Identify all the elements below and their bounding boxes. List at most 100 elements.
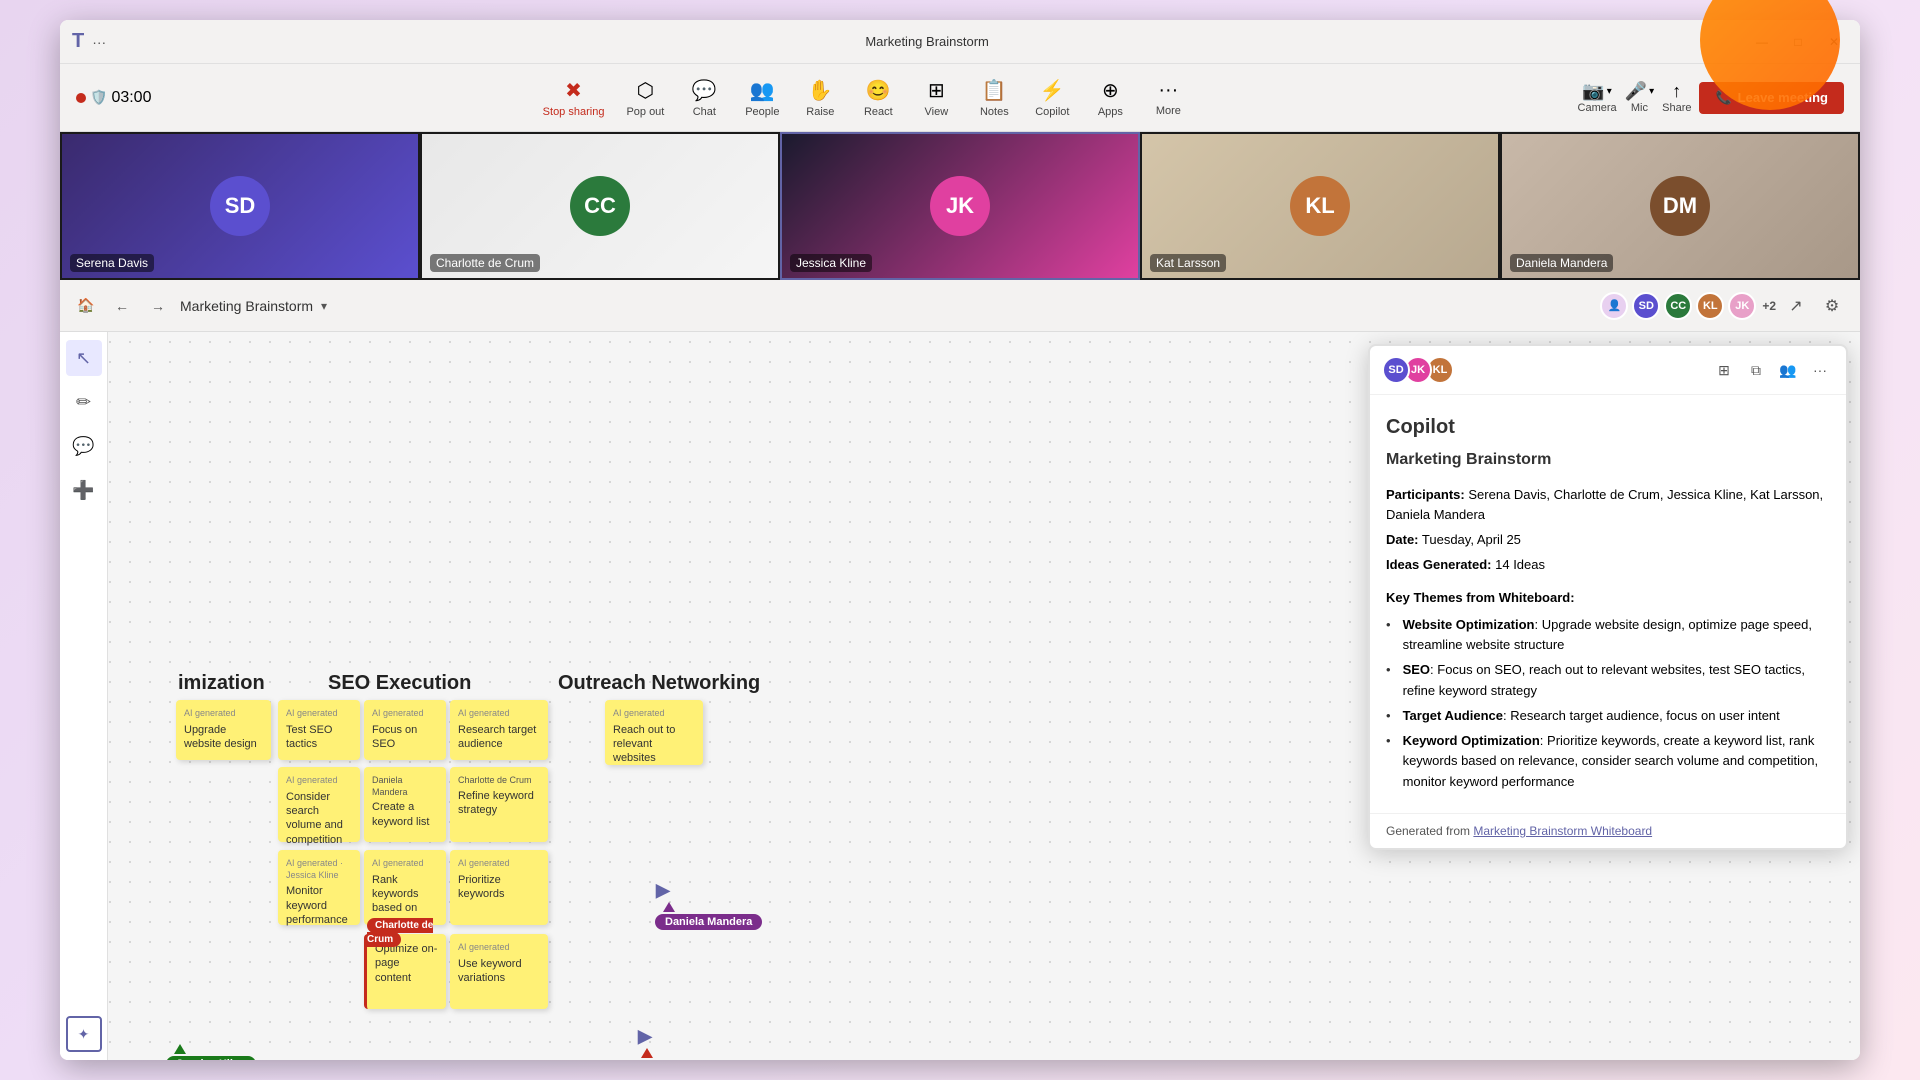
sticky-search-volume[interactable]: AI generated Consider search volume and …: [278, 767, 360, 842]
theme-text: SEO: Focus on SEO, reach out to relevant…: [1403, 660, 1830, 702]
sticky-refine-keyword[interactable]: Charlotte de Crum Refine keyword strateg…: [450, 767, 548, 842]
camera-control[interactable]: 📷 ▾: [1582, 81, 1611, 102]
cp-share-button[interactable]: 👥: [1774, 356, 1802, 384]
react-button[interactable]: 😊 React: [850, 74, 906, 122]
name-daniela: Daniela Mandera: [1510, 254, 1613, 272]
apps-icon: ⊕: [1102, 78, 1119, 103]
avatar-serena: SD: [210, 176, 270, 236]
sticky-research-audience[interactable]: AI generated Research target audience: [450, 700, 548, 760]
chat-button[interactable]: 💬 Chat: [676, 74, 732, 122]
copilot-panel-body: Copilot Marketing Brainstorm Participant…: [1370, 395, 1846, 813]
apps-button[interactable]: ⊕ Apps: [1082, 74, 1138, 122]
theme-text: Website Optimization: Upgrade website de…: [1403, 615, 1830, 657]
share-link-button[interactable]: ↗: [1780, 290, 1812, 322]
avatar-row-3: KL: [1696, 292, 1724, 320]
comment-tool[interactable]: 💬: [66, 428, 102, 464]
ai-label: AI generated: [458, 942, 540, 954]
share-group: ↑ Share: [1662, 81, 1691, 114]
whiteboard-content: imization SEO Execution Outreach Network…: [108, 332, 1860, 1060]
avatar-charlotte: CC: [570, 176, 630, 236]
add-tool[interactable]: ➕: [66, 472, 102, 508]
cp-grid-button[interactable]: ⊞: [1710, 356, 1738, 384]
sticky-monitor-keyword[interactable]: AI generated · Jessica Kline Monitor key…: [278, 850, 360, 925]
theme-website-optimization: Website Optimization: Upgrade website de…: [1386, 615, 1830, 657]
nav-arrow-2: ▶: [638, 1026, 652, 1047]
share-icon: ↑: [1672, 81, 1681, 102]
pop-out-icon: ⬡: [637, 78, 654, 103]
copilot-date-field: Date: Tuesday, April 25: [1386, 530, 1830, 551]
sticky-prioritize-keywords[interactable]: AI generated Prioritize keywords: [450, 850, 548, 925]
ideas-value: 14 Ideas: [1495, 557, 1545, 572]
sticky-focus-seo[interactable]: AI generated Focus on SEO: [364, 700, 446, 760]
pen-tool[interactable]: ✏: [66, 384, 102, 420]
sticky-upgrade-website[interactable]: AI generated Upgrade website design: [176, 700, 271, 760]
more-button[interactable]: ··· More: [1140, 75, 1196, 121]
record-badge[interactable]: 🛡️ 03:00: [76, 89, 151, 107]
ideas-label: Ideas Generated:: [1386, 557, 1492, 572]
avatar-row-4: JK: [1728, 292, 1756, 320]
ai-label: AI generated: [458, 708, 540, 720]
people-icon: 👥: [750, 78, 775, 103]
video-tile-charlotte: CC Charlotte de Crum: [420, 132, 780, 280]
teams-copilot-tool[interactable]: ✦: [66, 1016, 102, 1052]
notes-button[interactable]: 📋 Notes: [966, 74, 1022, 122]
col-seo-execution: SEO Execution: [328, 672, 471, 695]
camera-group: 📷 ▾ Camera: [1578, 81, 1617, 114]
sticky-text: Reach out to relevant websites: [613, 724, 675, 765]
avatar-row-1: SD: [1632, 292, 1660, 320]
sticky-keyword-variations[interactable]: AI generated Use keyword variations: [450, 934, 548, 1009]
home-button[interactable]: 🏠: [72, 292, 100, 320]
ai-label: AI generated · Jessica Kline: [286, 858, 352, 881]
author-label: Charlotte de Crum: [458, 775, 540, 787]
view-button[interactable]: ⊞ View: [908, 74, 964, 122]
record-timer: 03:00: [111, 89, 151, 107]
copilot-footer: Generated from Marketing Brainstorm Whit…: [1370, 813, 1846, 848]
camera-icon: 📷: [1582, 81, 1604, 102]
sticky-keyword-list[interactable]: Daniela Mandera Create a keyword list: [364, 767, 446, 842]
meeting-toolbar: 🛡️ 03:00 ✖ Stop sharing ⬡ Pop out 💬 Chat…: [60, 64, 1860, 132]
mic-control[interactable]: 🎤 ▾: [1625, 81, 1654, 102]
toolbar-left: 🛡️ 03:00: [76, 89, 151, 107]
cursor-arrow-serena: [641, 1048, 653, 1058]
breadcrumb-caret-icon[interactable]: ▾: [321, 299, 327, 313]
video-tile-jessica: JK Jessica Kline: [780, 132, 1140, 280]
sticky-reach-out[interactable]: AI generated Reach out to relevant websi…: [605, 700, 703, 765]
back-button[interactable]: ←: [108, 292, 136, 320]
date-label: Date:: [1386, 532, 1419, 547]
mic-icon: 🎤: [1625, 81, 1647, 102]
title-bar: T ··· Marketing Brainstorm — □ ✕: [60, 20, 1860, 64]
mic-caret-icon: ▾: [1649, 86, 1654, 97]
theme-target-audience: Target Audience: Research target audienc…: [1386, 706, 1830, 727]
sticky-text: Upgrade website design: [184, 724, 257, 750]
copilot-button[interactable]: ⚡ Copilot: [1024, 74, 1080, 122]
forward-button[interactable]: →: [144, 292, 172, 320]
sticky-optimize-onpage[interactable]: Charlotte de Crum Optimize on-page conte…: [364, 934, 446, 1009]
sticky-test-seo[interactable]: AI generated Test SEO tactics: [278, 700, 360, 760]
raise-button[interactable]: ✋ Raise: [792, 74, 848, 122]
breadcrumb: Marketing Brainstorm: [180, 298, 313, 314]
name-jessica: Jessica Kline: [790, 254, 872, 272]
teams-more[interactable]: ···: [92, 34, 106, 50]
chat-icon: 💬: [692, 78, 717, 103]
settings-button[interactable]: ⚙: [1816, 290, 1848, 322]
whiteboard-area: ↖ ✏ 💬 ➕ ✦ imization SEO Execution Outrea…: [60, 332, 1860, 1060]
sticky-rank-keywords[interactable]: AI generated Rank keywords based on rele…: [364, 850, 446, 925]
select-tool[interactable]: ↖: [66, 340, 102, 376]
react-icon: 😊: [866, 78, 891, 103]
cp-copy-button[interactable]: ⧉: [1742, 356, 1770, 384]
people-button[interactable]: 👥 People: [734, 74, 790, 122]
sticky-text: Test SEO tactics: [286, 724, 332, 750]
cp-more-button[interactable]: ···: [1806, 356, 1834, 384]
cursor-arrow-jessica: [174, 1044, 186, 1054]
record-dot: [76, 93, 86, 103]
video-tile-kat: KL Kat Larsson: [1140, 132, 1500, 280]
avatar-row-2: CC: [1664, 292, 1692, 320]
sticky-text: Consider search volume and competition: [286, 791, 343, 846]
raise-icon: ✋: [808, 78, 833, 103]
pop-out-button[interactable]: ⬡ Pop out: [616, 74, 674, 122]
avatar-row-current: 👤: [1600, 292, 1628, 320]
cursor-arrow-daniela: [663, 902, 675, 912]
more-icon: ···: [1158, 79, 1178, 102]
stop-sharing-button[interactable]: ✖ Stop sharing: [533, 74, 615, 122]
copilot-whiteboard-link[interactable]: Marketing Brainstorm Whiteboard: [1473, 824, 1652, 838]
